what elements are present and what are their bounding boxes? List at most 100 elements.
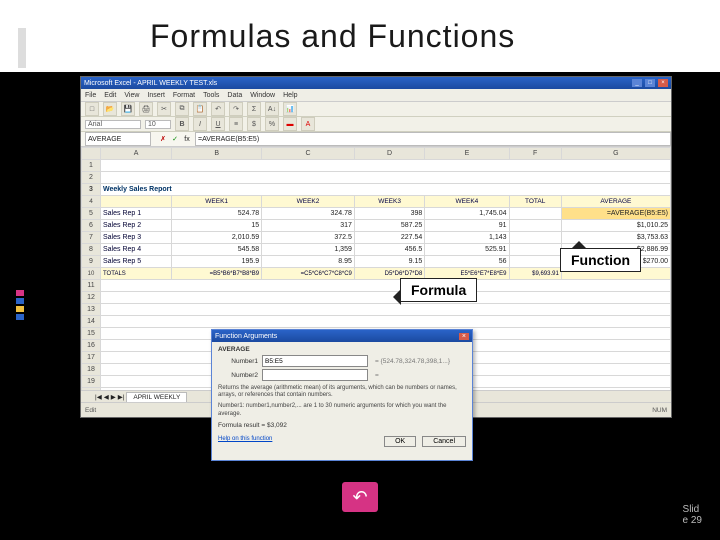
- cell-e9[interactable]: 56: [425, 256, 509, 268]
- cell-d5[interactable]: 398: [354, 208, 424, 220]
- cell-a8[interactable]: Sales Rep 4: [101, 244, 172, 256]
- cell-c9[interactable]: 8.95: [262, 256, 355, 268]
- col-a[interactable]: A: [101, 148, 172, 160]
- cell-f10[interactable]: $9,693.91: [509, 268, 561, 280]
- dialog-title-bar[interactable]: Function Arguments ×: [212, 330, 472, 342]
- cell-c6[interactable]: 317: [262, 220, 355, 232]
- copy-icon[interactable]: ⧉: [175, 102, 189, 116]
- cell-d7[interactable]: 227.54: [354, 232, 424, 244]
- cell-a7[interactable]: Sales Rep 3: [101, 232, 172, 244]
- col-f[interactable]: F: [509, 148, 561, 160]
- dialog-close-icon[interactable]: ×: [459, 333, 469, 340]
- tab-nav-first-icon[interactable]: |◀: [95, 393, 102, 401]
- window-controls[interactable]: _ □ ×: [631, 79, 668, 87]
- print-icon[interactable]: 🖨: [139, 102, 153, 116]
- cell-b9[interactable]: 195.9: [172, 256, 262, 268]
- cell-b6[interactable]: 15: [172, 220, 262, 232]
- cell-e5[interactable]: 1,745.04: [425, 208, 509, 220]
- fx-icon[interactable]: fx: [182, 134, 192, 144]
- cell-e6[interactable]: 91: [425, 220, 509, 232]
- underline-icon[interactable]: U: [211, 117, 225, 131]
- cell-b5[interactable]: 524.78: [172, 208, 262, 220]
- help-link[interactable]: Help on this function: [218, 436, 272, 442]
- close-icon[interactable]: ×: [658, 79, 668, 87]
- menu-data[interactable]: Data: [227, 92, 242, 99]
- menu-insert[interactable]: Insert: [147, 92, 165, 99]
- minimize-icon[interactable]: _: [632, 79, 642, 87]
- open-icon[interactable]: 📂: [103, 102, 117, 116]
- menu-edit[interactable]: Edit: [104, 92, 116, 99]
- size-select[interactable]: 10: [145, 120, 171, 129]
- tab-nav-next-icon[interactable]: ▶: [111, 393, 116, 401]
- fill-color-icon[interactable]: ▬: [283, 117, 297, 131]
- new-icon[interactable]: □: [85, 102, 99, 116]
- cut-icon[interactable]: ✂: [157, 102, 171, 116]
- save-icon[interactable]: 💾: [121, 102, 135, 116]
- tab-nav-last-icon[interactable]: ▶|: [118, 393, 125, 401]
- cell-a6[interactable]: Sales Rep 2: [101, 220, 172, 232]
- menu-tools[interactable]: Tools: [203, 92, 219, 99]
- menu-format[interactable]: Format: [173, 92, 195, 99]
- tab-nav-prev-icon[interactable]: ◀: [104, 393, 109, 401]
- menu-view[interactable]: View: [124, 92, 139, 99]
- cell-c10[interactable]: =C5*C6*C7*C8*C9: [262, 268, 355, 280]
- number1-input[interactable]: [262, 355, 368, 367]
- cell-f7[interactable]: [509, 232, 561, 244]
- col-d[interactable]: D: [354, 148, 424, 160]
- cell-g5[interactable]: =AVERAGE(B5:E5): [561, 208, 670, 220]
- col-e[interactable]: E: [425, 148, 509, 160]
- cell-c8[interactable]: 1,359: [262, 244, 355, 256]
- cell-d9[interactable]: 9.15: [354, 256, 424, 268]
- cell-f5[interactable]: [509, 208, 561, 220]
- cell-c5[interactable]: 324.78: [262, 208, 355, 220]
- cell-f6[interactable]: [509, 220, 561, 232]
- align-left-icon[interactable]: ≡: [229, 117, 243, 131]
- return-button[interactable]: ↶: [342, 482, 378, 512]
- col-c[interactable]: C: [262, 148, 355, 160]
- ok-button[interactable]: OK: [384, 436, 416, 447]
- enter-formula-icon[interactable]: ✓: [170, 134, 180, 144]
- accent-bar: [18, 28, 26, 68]
- menu-file[interactable]: File: [85, 92, 96, 99]
- font-select[interactable]: Arial: [85, 120, 141, 129]
- cell-b10[interactable]: =B5*B6*B7*B8*B9: [172, 268, 262, 280]
- sum-icon[interactable]: Σ: [247, 102, 261, 116]
- cell-b7[interactable]: 2,010.59: [172, 232, 262, 244]
- cell-d6[interactable]: 587.25: [354, 220, 424, 232]
- cell-g6[interactable]: $1,010.25: [561, 220, 670, 232]
- cancel-formula-icon[interactable]: ✗: [158, 134, 168, 144]
- side-stripes: [16, 290, 24, 322]
- currency-icon[interactable]: $: [247, 117, 261, 131]
- cell-c7[interactable]: 372.5: [262, 232, 355, 244]
- cell-e8[interactable]: 525.91: [425, 244, 509, 256]
- name-box[interactable]: AVERAGE: [85, 132, 151, 146]
- dialog-desc: Returns the average (arithmetic mean) of…: [218, 385, 466, 399]
- menu-help[interactable]: Help: [283, 92, 297, 99]
- cell-d8[interactable]: 456.5: [354, 244, 424, 256]
- chart-icon[interactable]: 📊: [283, 102, 297, 116]
- redo-icon[interactable]: ↷: [229, 102, 243, 116]
- col-b[interactable]: B: [172, 148, 262, 160]
- undo-icon[interactable]: ↶: [211, 102, 225, 116]
- cell-b8[interactable]: 545.58: [172, 244, 262, 256]
- cell-e7[interactable]: 1,143: [425, 232, 509, 244]
- paste-icon[interactable]: 📋: [193, 102, 207, 116]
- cancel-button[interactable]: Cancel: [422, 436, 466, 447]
- number2-input[interactable]: [262, 369, 368, 381]
- menu-window[interactable]: Window: [250, 92, 275, 99]
- function-arguments-dialog: Function Arguments × AVERAGE Number1 = {…: [211, 329, 473, 461]
- sheet-tab[interactable]: APRIL WEEKLY: [126, 392, 187, 403]
- formula-input[interactable]: =AVERAGE(B5:E5): [195, 132, 671, 146]
- cell-a9[interactable]: Sales Rep 5: [101, 256, 172, 268]
- font-color-icon[interactable]: A: [301, 117, 315, 131]
- col-g[interactable]: G: [561, 148, 670, 160]
- cell-f9[interactable]: [509, 256, 561, 268]
- sort-icon[interactable]: A↓: [265, 102, 279, 116]
- cell-f8[interactable]: [509, 244, 561, 256]
- italic-icon[interactable]: I: [193, 117, 207, 131]
- cell-a5[interactable]: Sales Rep 1: [101, 208, 172, 220]
- bold-icon[interactable]: B: [175, 117, 189, 131]
- cell-a10[interactable]: TOTALS: [101, 268, 172, 280]
- percent-icon[interactable]: %: [265, 117, 279, 131]
- maximize-icon[interactable]: □: [645, 79, 655, 87]
